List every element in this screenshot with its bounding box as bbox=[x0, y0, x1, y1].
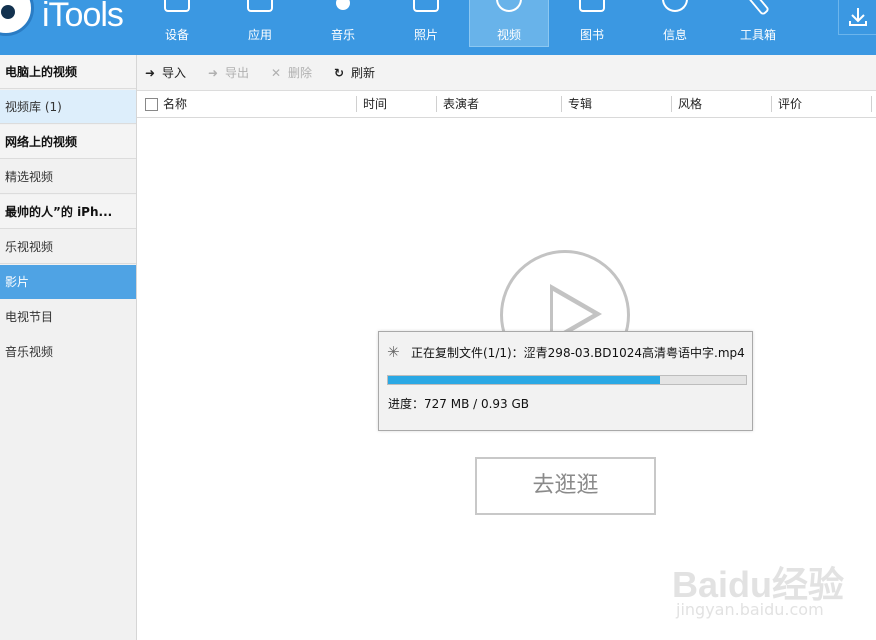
sidebar-item-letv[interactable]: 乐视视频 bbox=[0, 230, 136, 264]
column-time[interactable]: 时间 bbox=[363, 91, 387, 117]
book-icon bbox=[579, 0, 605, 12]
sidebar-item-featured-videos[interactable]: 精选视频 bbox=[0, 160, 136, 194]
copy-progress-dialog: ✳ 正在复制文件(1/1)：涩青298-03.BD1024高清粤语中字.mp4 … bbox=[378, 331, 753, 431]
nav-label: 工具箱 bbox=[739, 28, 776, 42]
column-rating[interactable]: 评价 bbox=[778, 91, 802, 117]
nav-label: 应用 bbox=[247, 28, 272, 42]
top-navigation-bar: iTools 设备 应用 音乐 照片 视频 图书 信息 工具箱 bbox=[0, 0, 876, 55]
import-icon: ➜ bbox=[144, 66, 156, 80]
itools-logo-icon bbox=[0, 0, 34, 36]
select-all-checkbox[interactable] bbox=[145, 98, 158, 111]
nav-apps[interactable]: 应用 bbox=[220, 0, 300, 47]
nav-toolbox[interactable]: 工具箱 bbox=[718, 0, 798, 47]
refresh-icon: ↻ bbox=[333, 66, 345, 80]
delete-label: 删除 bbox=[288, 66, 313, 80]
import-button[interactable]: ➜ 导入 bbox=[143, 64, 186, 82]
nav-label: 设备 bbox=[164, 28, 189, 42]
column-divider[interactable] bbox=[771, 96, 772, 112]
sidebar-header-online-videos: 网络上的视频 bbox=[0, 125, 136, 159]
dialog-title: 正在复制文件(1/1)：涩青298-03.BD1024高清粤语中字.mp4 bbox=[411, 346, 745, 360]
browse-button[interactable]: 去逛逛 bbox=[475, 457, 656, 515]
column-album[interactable]: 专辑 bbox=[568, 91, 592, 117]
apps-icon bbox=[247, 0, 273, 12]
nav-device[interactable]: 设备 bbox=[137, 0, 217, 47]
export-button[interactable]: ➜ 导出 bbox=[206, 64, 249, 82]
nav-label: 照片 bbox=[413, 28, 438, 42]
import-label: 导入 bbox=[162, 66, 187, 80]
video-icon bbox=[496, 0, 522, 12]
toolbox-icon bbox=[745, 0, 771, 17]
download-button[interactable] bbox=[838, 0, 876, 35]
loading-spinner-icon: ✳ bbox=[387, 343, 400, 361]
progress-status: 进度：727 MB / 0.93 GB bbox=[388, 397, 530, 411]
sidebar-item-tv-shows[interactable]: 电视节目 bbox=[0, 300, 136, 334]
music-icon bbox=[336, 0, 350, 10]
export-label: 导出 bbox=[225, 66, 250, 80]
delete-button[interactable]: ✕ 删除 bbox=[269, 64, 312, 82]
refresh-button[interactable]: ↻ 刷新 bbox=[332, 64, 375, 82]
sidebar-header-device: 最帅的人”的 iPh... bbox=[0, 195, 136, 229]
column-genre[interactable]: 风格 bbox=[678, 91, 702, 117]
progress-fill bbox=[388, 376, 661, 384]
watermark-url: jingyan.baidu.com bbox=[676, 600, 824, 619]
column-divider[interactable] bbox=[561, 96, 562, 112]
message-icon bbox=[662, 0, 688, 12]
delete-icon: ✕ bbox=[270, 66, 282, 80]
nav-label: 视频 bbox=[496, 28, 521, 42]
column-divider[interactable] bbox=[436, 96, 437, 112]
sidebar-header-pc-videos: 电脑上的视频 bbox=[0, 55, 136, 89]
nav-label: 音乐 bbox=[330, 28, 355, 42]
app-logo-text: iTools bbox=[42, 0, 124, 34]
refresh-label: 刷新 bbox=[351, 66, 376, 80]
toolbar: ➜ 导入 ➜ 导出 ✕ 删除 ↻ 刷新 bbox=[137, 55, 876, 91]
column-divider[interactable] bbox=[356, 96, 357, 112]
column-divider[interactable] bbox=[671, 96, 672, 112]
sidebar: 电脑上的视频 视频库 (1) 网络上的视频 精选视频 最帅的人”的 iPh...… bbox=[0, 55, 137, 640]
sidebar-item-music-videos[interactable]: 音乐视频 bbox=[0, 335, 136, 369]
nav-books[interactable]: 图书 bbox=[552, 0, 632, 47]
nav-music[interactable]: 音乐 bbox=[303, 0, 383, 47]
device-icon bbox=[164, 0, 190, 12]
photo-icon bbox=[413, 0, 439, 12]
column-artist[interactable]: 表演者 bbox=[443, 91, 479, 117]
column-name[interactable]: 名称 bbox=[163, 91, 187, 117]
progress-bar bbox=[387, 375, 747, 385]
column-divider[interactable] bbox=[871, 96, 872, 112]
nav-photos[interactable]: 照片 bbox=[386, 0, 466, 47]
download-icon bbox=[849, 8, 867, 26]
nav-messages[interactable]: 信息 bbox=[635, 0, 715, 47]
sidebar-item-movies[interactable]: 影片 bbox=[0, 265, 136, 299]
nav-label: 信息 bbox=[662, 28, 687, 42]
export-icon: ➜ bbox=[207, 66, 219, 80]
sidebar-item-video-library[interactable]: 视频库 (1) bbox=[0, 90, 136, 124]
nav-video[interactable]: 视频 bbox=[469, 0, 549, 47]
nav-label: 图书 bbox=[579, 28, 604, 42]
table-header: 名称 时间 表演者 专辑 风格 评价 bbox=[137, 91, 876, 118]
